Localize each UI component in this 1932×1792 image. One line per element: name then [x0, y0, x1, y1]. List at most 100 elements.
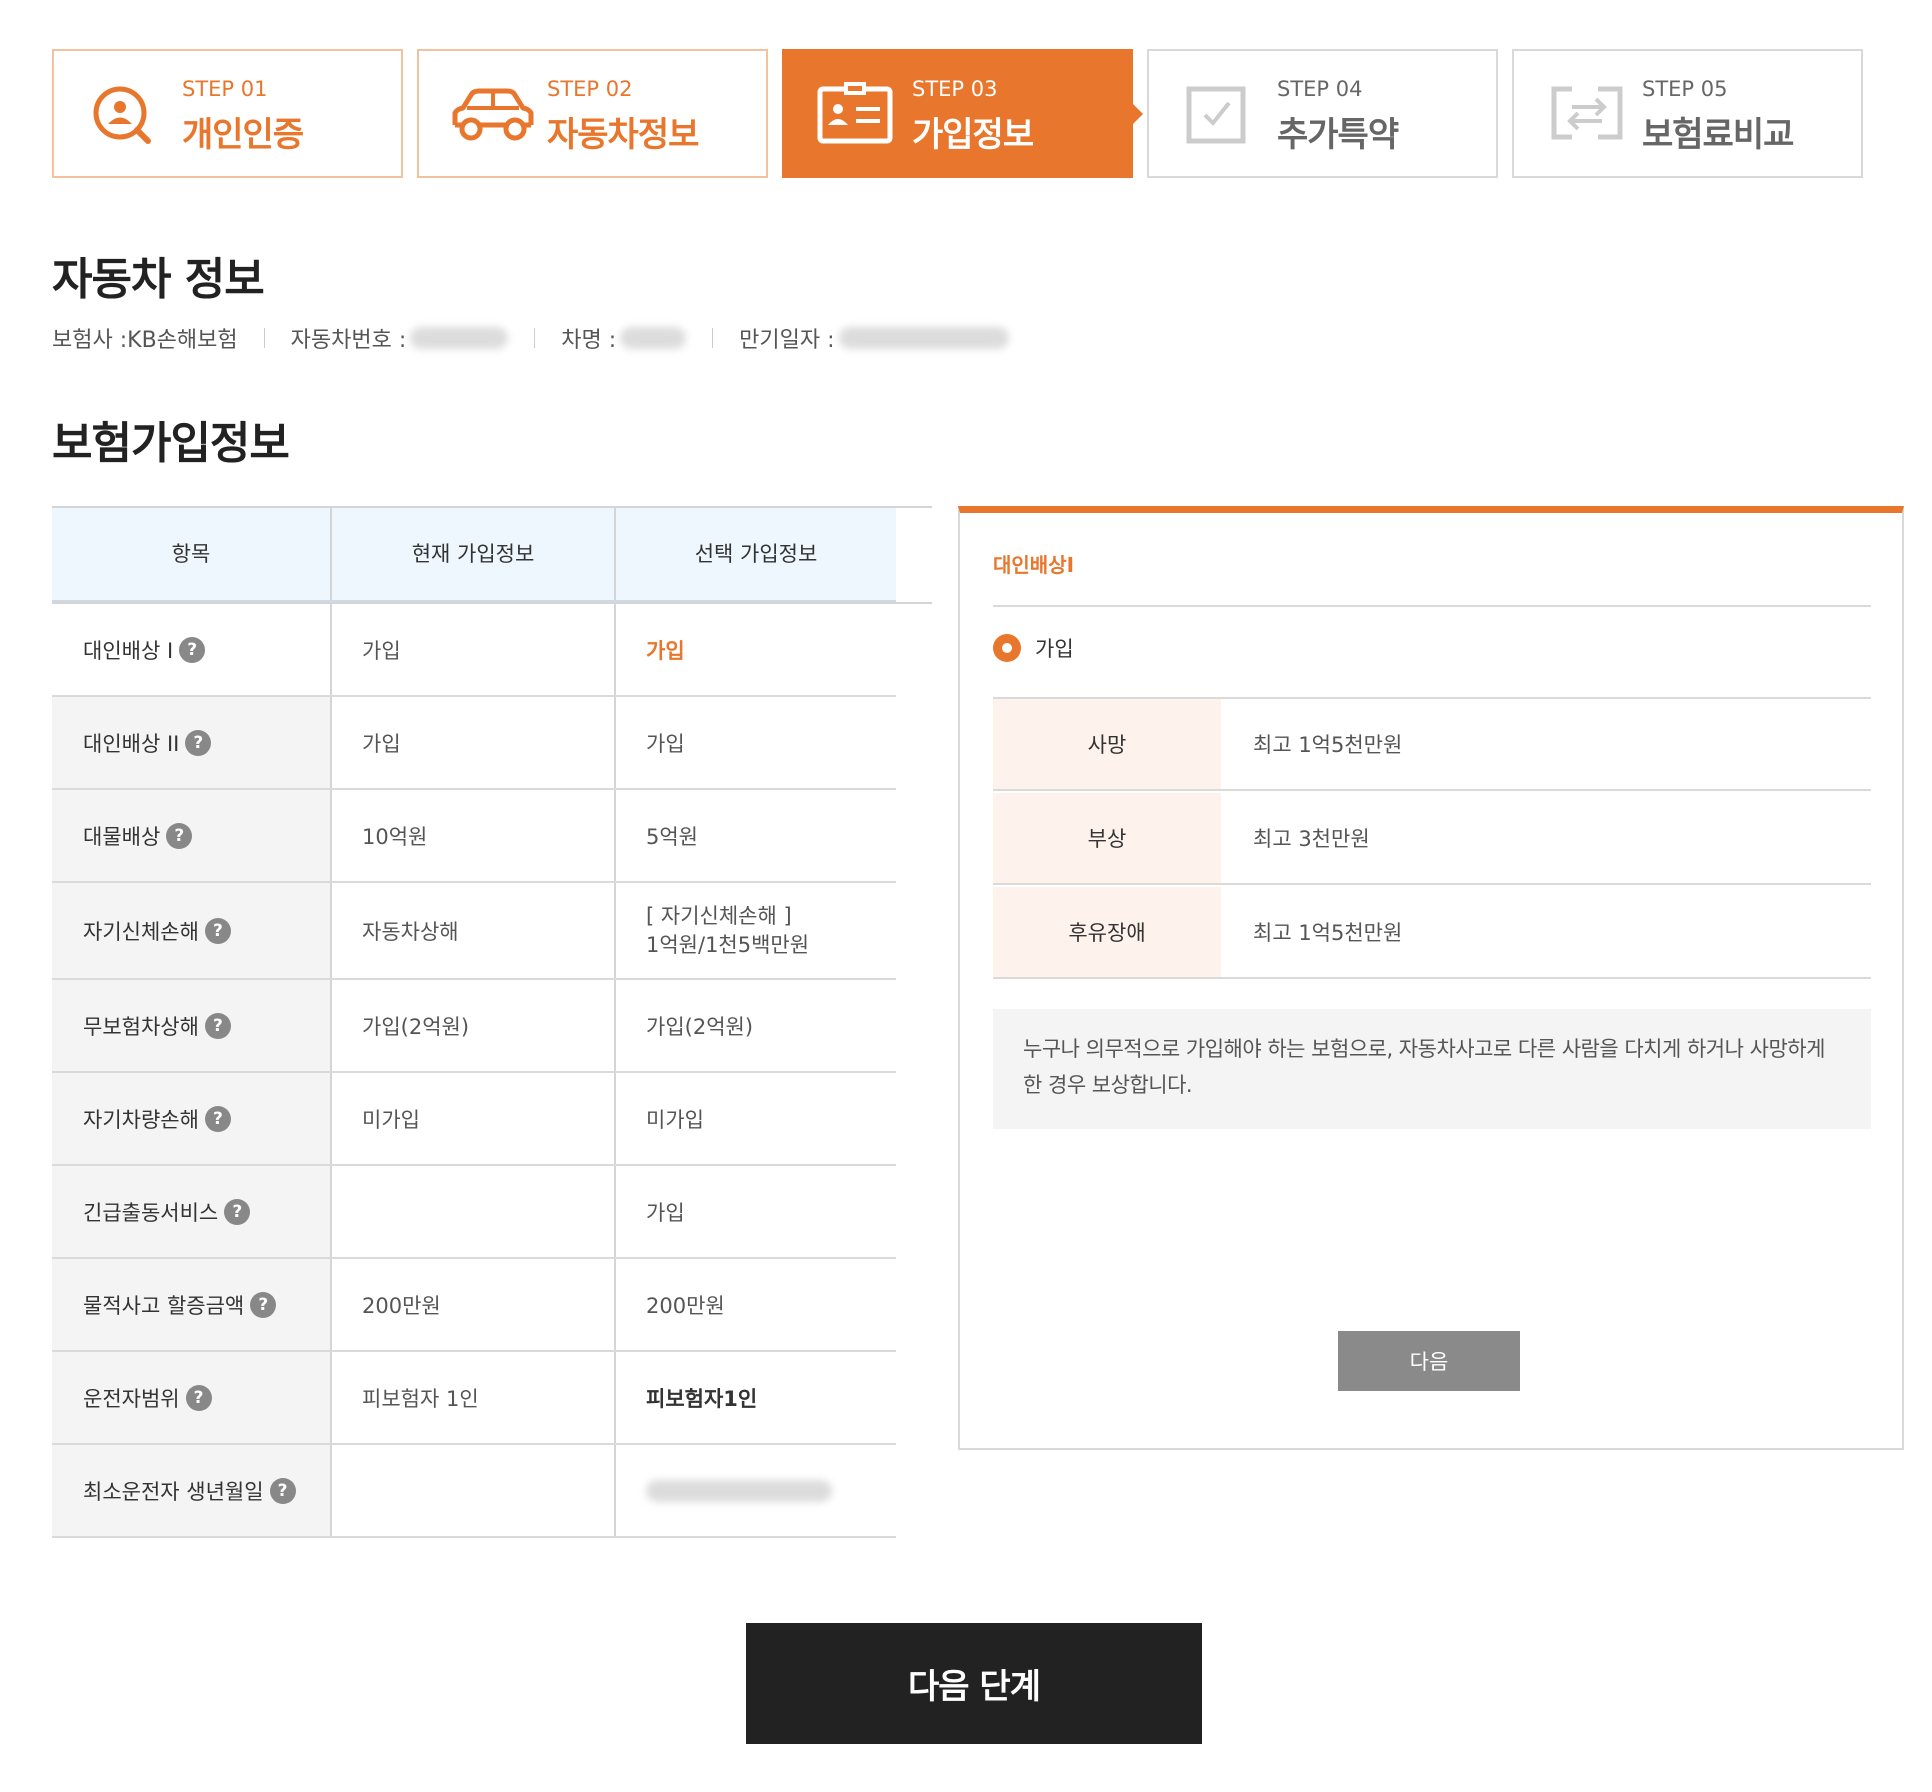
- insurance-info-title: 보험가입정보: [52, 418, 290, 469]
- car-icon: [452, 88, 534, 141]
- step-5-number: STEP 05: [1642, 77, 1728, 101]
- step-1-number: STEP 01: [182, 77, 268, 101]
- header-current: 현재 가입정보: [330, 508, 614, 600]
- help-icon[interactable]: ?: [166, 822, 193, 849]
- coverage-row: 부상 최고 3천만원: [993, 793, 1871, 885]
- car-info-summary: 보험사 : KB손해보험 자동차번호 : 차명 : 만기일자 :: [52, 322, 1009, 354]
- row-current: 피보험자 1인: [330, 1352, 614, 1443]
- row-selected[interactable]: 피보험자1인: [614, 1352, 896, 1443]
- panel-title: 대인배상I: [993, 553, 1075, 577]
- row-selected[interactable]: 가입: [614, 1166, 896, 1257]
- help-icon[interactable]: ?: [269, 1477, 296, 1504]
- help-icon[interactable]: ?: [185, 1384, 212, 1411]
- row-current: 가입(2억원): [330, 980, 614, 1071]
- row-current: 자동차상해: [330, 883, 614, 978]
- row-selected[interactable]: [614, 1445, 896, 1536]
- row-item-label: 긴급출동서비스: [83, 1200, 219, 1225]
- table-row[interactable]: 대인배상 I? 가입 가입: [52, 604, 896, 697]
- row-item-label: 대인배상 II: [83, 731, 180, 756]
- step-3-number: STEP 03: [912, 77, 998, 101]
- car-number-redacted: [410, 327, 509, 349]
- car-number-label: 자동차번호 :: [290, 328, 407, 353]
- table-row[interactable]: 무보험차상해? 가입(2억원) 가입(2억원): [52, 980, 896, 1073]
- row-current: 미가입: [330, 1073, 614, 1164]
- car-name-label: 차명 :: [561, 328, 617, 353]
- step-4-number: STEP 04: [1277, 77, 1363, 101]
- divider: [263, 328, 265, 348]
- radio-label: 가입: [1035, 637, 1074, 661]
- step-5[interactable]: STEP 05 보험료비교: [1512, 49, 1863, 178]
- help-icon[interactable]: ?: [185, 729, 212, 756]
- row-item-label: 운전자범위: [83, 1386, 180, 1411]
- step-2-label: 자동차정보: [547, 115, 699, 155]
- step-1-label: 개인인증: [182, 115, 304, 155]
- checkbox-icon: [1186, 86, 1246, 144]
- row-selected[interactable]: [ 자기신체손해 ] 1억원/1천5백만원: [614, 883, 896, 978]
- row-current: 10억원: [330, 790, 614, 881]
- row-selected[interactable]: 5억원: [614, 790, 896, 881]
- divider: [712, 328, 714, 348]
- row-item-label: 자기신체손해: [83, 919, 199, 944]
- coverage-key: 사망: [993, 699, 1221, 789]
- radio-selected-icon[interactable]: [993, 634, 1021, 662]
- row-selected[interactable]: 가입: [614, 604, 896, 695]
- coverage-value: 최고 1억5천만원: [1253, 921, 1403, 945]
- help-icon[interactable]: ?: [224, 1198, 251, 1225]
- help-icon[interactable]: ?: [204, 1012, 231, 1039]
- expiry-label: 만기일자 :: [739, 328, 835, 353]
- step-4-label: 추가특약: [1277, 115, 1399, 155]
- row-current: 200만원: [330, 1259, 614, 1350]
- table-row[interactable]: 물적사고 할증금액? 200만원 200만원: [52, 1259, 896, 1352]
- step-3-label: 가입정보: [912, 115, 1034, 155]
- next-step-button[interactable]: 다음 단계: [746, 1623, 1202, 1744]
- row-current: 가입: [330, 697, 614, 788]
- help-icon[interactable]: ?: [204, 917, 231, 944]
- compare-icon: [1551, 86, 1623, 140]
- divider: [993, 605, 1871, 607]
- step-progress: STEP 01 개인인증 STEP 02 자동차정보 STEP 03 가입정보 …: [52, 49, 1864, 178]
- row-current: 가입: [330, 604, 614, 695]
- row-item-label: 대인배상 I: [83, 638, 174, 663]
- table-row[interactable]: 대인배상 II? 가입 가입: [52, 697, 896, 790]
- header-selected: 선택 가입정보: [614, 508, 896, 600]
- row-item-label: 무보험차상해: [83, 1014, 199, 1039]
- insurer-value: KB손해보험: [127, 328, 238, 353]
- help-icon[interactable]: ?: [250, 1291, 277, 1318]
- table-row[interactable]: 대물배상? 10억원 5억원: [52, 790, 896, 883]
- step-2[interactable]: STEP 02 자동차정보: [417, 49, 768, 178]
- row-current: [330, 1166, 614, 1257]
- row-item-label: 자기차량손해: [83, 1107, 199, 1132]
- row-selected[interactable]: 가입(2억원): [614, 980, 896, 1071]
- expiry-redacted: [838, 327, 1009, 349]
- row-selected[interactable]: 미가입: [614, 1073, 896, 1164]
- table-row[interactable]: 운전자범위? 피보험자 1인 피보험자1인: [52, 1352, 896, 1445]
- row-item-label: 대물배상: [83, 824, 161, 849]
- car-name-redacted: [620, 327, 687, 349]
- coverage-row: 사망 최고 1억5천만원: [993, 699, 1871, 791]
- step-1[interactable]: STEP 01 개인인증: [52, 49, 403, 178]
- row-selected[interactable]: 가입: [614, 697, 896, 788]
- id-card-icon: [817, 82, 893, 144]
- car-info-title: 자동차 정보: [52, 254, 265, 305]
- step-4[interactable]: STEP 04 추가특약: [1147, 49, 1498, 178]
- row-selected[interactable]: 200만원: [614, 1259, 896, 1350]
- table-row[interactable]: 최소운전자 생년월일?: [52, 1445, 896, 1538]
- divider: [534, 328, 536, 348]
- row-selected-line2: 1억원/1천5백만원: [646, 932, 810, 957]
- row-item-label: 물적사고 할증금액: [83, 1293, 245, 1318]
- step-2-number: STEP 02: [547, 77, 633, 101]
- coverage-description: 누구나 의무적으로 가입해야 하는 보험으로, 자동차사고로 다른 사람을 다치…: [993, 1009, 1871, 1129]
- help-icon[interactable]: ?: [179, 636, 206, 663]
- help-icon[interactable]: ?: [204, 1105, 231, 1132]
- row-current: [330, 1445, 614, 1536]
- coverage-detail-panel: 대인배상I 가입 사망 최고 1억5천만원 부상 최고 3천만원 후유장애 최고…: [958, 506, 1904, 1450]
- step-3[interactable]: STEP 03 가입정보: [782, 49, 1143, 178]
- coverage-value: 최고 3천만원: [1253, 827, 1370, 851]
- table-row[interactable]: 긴급출동서비스? 가입: [52, 1166, 896, 1259]
- join-radio-option[interactable]: 가입: [993, 633, 1074, 663]
- table-row[interactable]: 자기신체손해? 자동차상해 [ 자기신체손해 ] 1억원/1천5백만원: [52, 883, 896, 980]
- birthdate-redacted: [646, 1479, 832, 1502]
- panel-next-button[interactable]: 다음: [1338, 1331, 1520, 1391]
- table-row[interactable]: 자기차량손해? 미가입 미가입: [52, 1073, 896, 1166]
- header-item: 항목: [171, 542, 211, 566]
